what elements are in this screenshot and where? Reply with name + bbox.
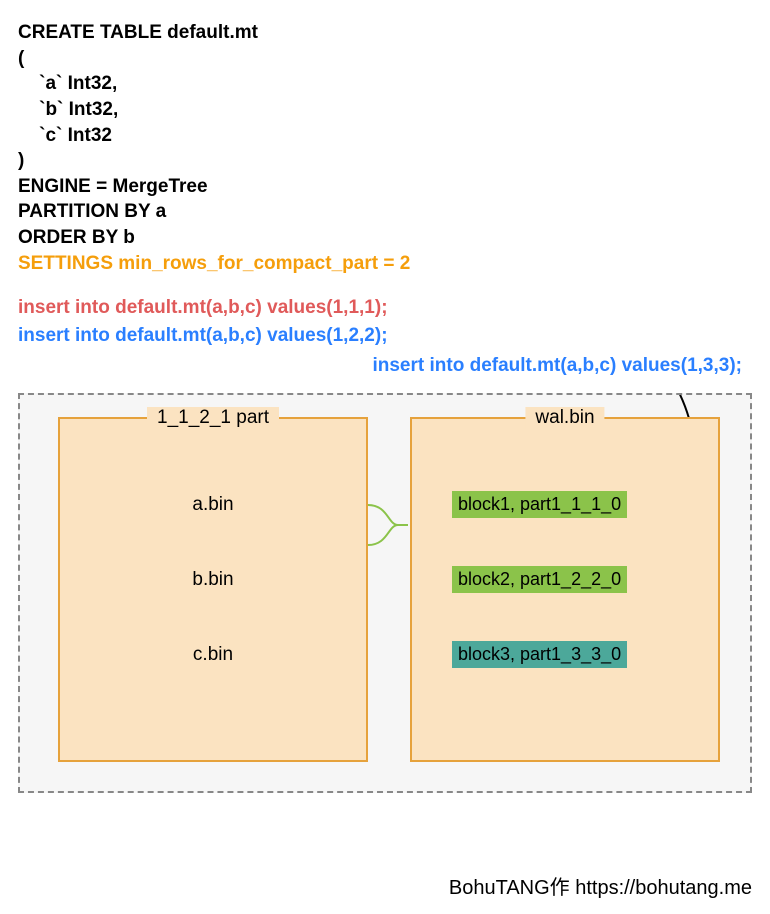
part-box: 1_1_2_1 part a.bin b.bin c.bin: [58, 417, 368, 762]
wal-block-3: block3, part1_3_3_0: [452, 641, 627, 668]
file-a-bin: a.bin: [60, 494, 366, 516]
sql-line: PARTITION BY a: [18, 199, 752, 225]
part-title: 1_1_2_1 part: [147, 407, 279, 429]
sql-line: ENGINE = MergeTree: [18, 174, 752, 200]
sql-line: ORDER BY b: [18, 225, 752, 251]
sql-settings-line: SETTINGS min_rows_for_compact_part = 2: [18, 251, 752, 277]
sql-line: `b` Int32,: [18, 97, 752, 123]
sql-line: `c` Int32: [18, 123, 752, 149]
insert-3: insert into default.mt(a,b,c) values(1,3…: [372, 355, 742, 376]
sql-line: `a` Int32,: [18, 71, 752, 97]
diagram-container: 1_1_2_1 part a.bin b.bin c.bin wal.bin b…: [18, 393, 752, 793]
file-b-bin: b.bin: [60, 569, 366, 591]
sql-line: (: [18, 46, 752, 72]
sql-line: ): [18, 148, 752, 174]
create-table-sql: CREATE TABLE default.mt ( `a` Int32, `b`…: [18, 20, 752, 276]
wal-box: wal.bin block1, part1_1_1_0 block2, part…: [410, 417, 720, 762]
insert-2: insert into default.mt(a,b,c) values(1,2…: [18, 322, 752, 350]
brace-connector: [368, 505, 398, 545]
insert-1: insert into default.mt(a,b,c) values(1,1…: [18, 294, 752, 322]
credit-line: BohuTANG作 https://bohutang.me: [0, 871, 752, 900]
file-c-bin: c.bin: [60, 644, 366, 666]
wal-block-2: block2, part1_2_2_0: [452, 566, 627, 593]
wal-title: wal.bin: [525, 407, 604, 429]
wal-block-1: block1, part1_1_1_0: [452, 491, 627, 518]
sql-line: CREATE TABLE default.mt: [18, 20, 752, 46]
insert-statements: insert into default.mt(a,b,c) values(1,1…: [18, 294, 752, 379]
